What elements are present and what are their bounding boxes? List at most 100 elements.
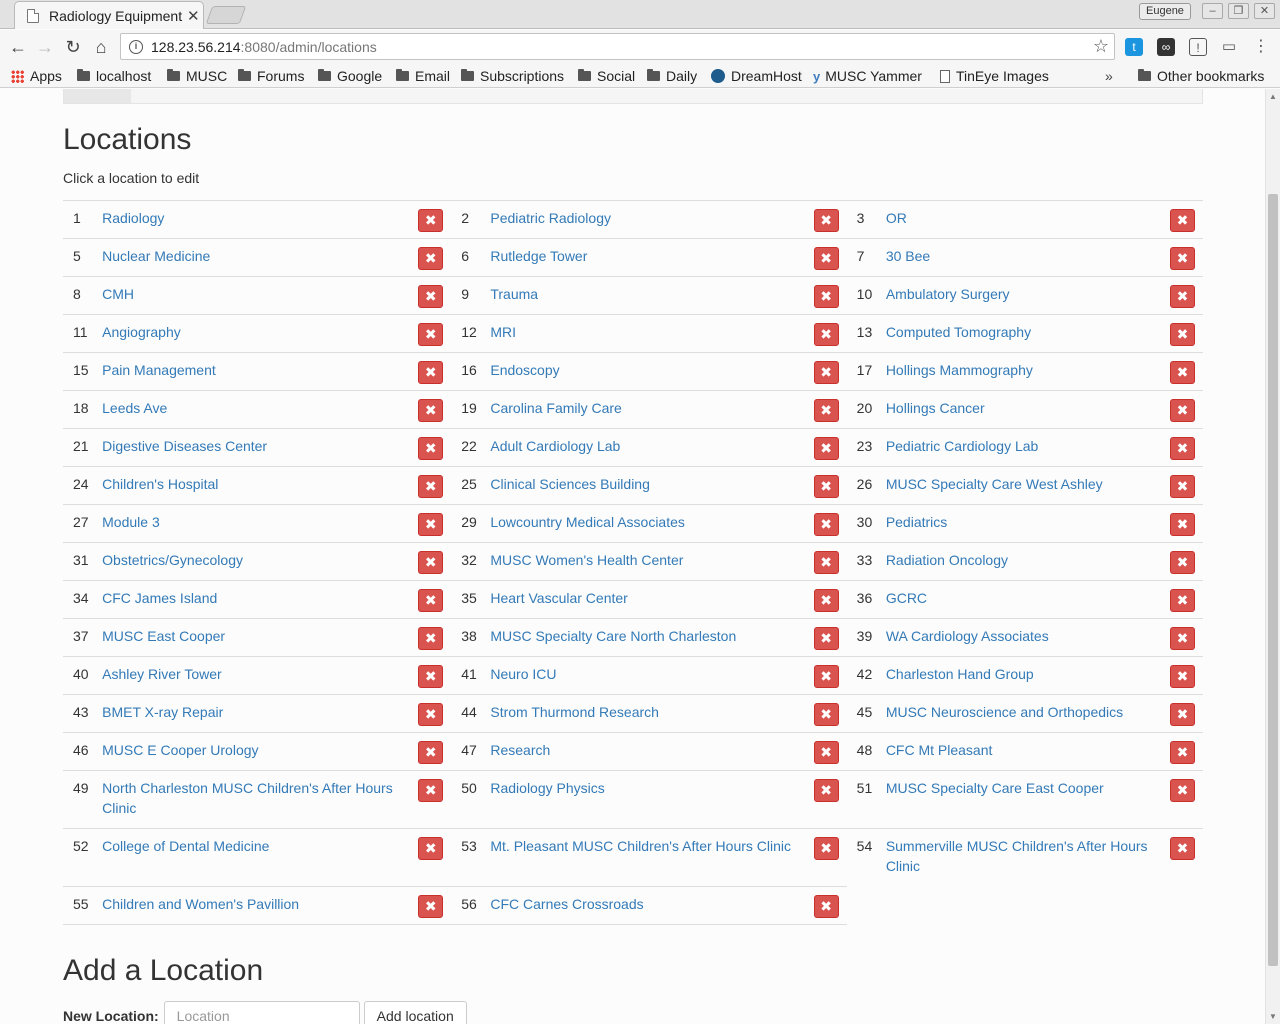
delete-location-button[interactable]: ✖ bbox=[813, 551, 839, 574]
delete-location-button[interactable]: ✖ bbox=[418, 741, 444, 764]
location-link[interactable]: Children's Hospital bbox=[102, 476, 218, 492]
location-link[interactable]: Clinical Sciences Building bbox=[490, 476, 650, 492]
bookmark-social[interactable]: Social bbox=[578, 66, 635, 86]
location-link[interactable]: Carolina Family Care bbox=[490, 400, 621, 416]
delete-location-button[interactable]: ✖ bbox=[813, 741, 839, 764]
location-link[interactable]: Hollings Mammography bbox=[886, 362, 1033, 378]
location-link[interactable]: College of Dental Medicine bbox=[102, 838, 269, 854]
new-location-input[interactable] bbox=[163, 1001, 360, 1024]
location-link[interactable]: 30 Bee bbox=[886, 248, 930, 264]
bookmarks-overflow-icon[interactable]: » bbox=[1105, 66, 1113, 86]
add-location-button[interactable]: Add location bbox=[363, 1001, 467, 1024]
delete-location-button[interactable]: ✖ bbox=[418, 589, 444, 612]
close-tab-icon[interactable]: ✕ bbox=[187, 7, 200, 25]
location-link[interactable]: Radiology Physics bbox=[490, 780, 604, 796]
delete-location-button[interactable]: ✖ bbox=[813, 475, 839, 498]
delete-location-button[interactable]: ✖ bbox=[813, 627, 839, 650]
location-link[interactable]: MUSC E Cooper Urology bbox=[102, 742, 258, 758]
location-link[interactable]: WA Cardiology Associates bbox=[886, 628, 1049, 644]
location-link[interactable]: Pain Management bbox=[102, 362, 216, 378]
delete-location-button[interactable]: ✖ bbox=[1170, 627, 1195, 650]
delete-location-button[interactable]: ✖ bbox=[813, 837, 839, 860]
delete-location-button[interactable]: ✖ bbox=[418, 513, 444, 536]
location-link[interactable]: Rutledge Tower bbox=[490, 248, 587, 264]
location-link[interactable]: Summerville MUSC Children's After Hours … bbox=[886, 838, 1148, 874]
delete-location-button[interactable]: ✖ bbox=[813, 323, 839, 346]
location-link[interactable]: MUSC Specialty Care East Cooper bbox=[886, 780, 1104, 796]
delete-location-button[interactable]: ✖ bbox=[813, 437, 839, 460]
menu-icon[interactable]: ⋮ bbox=[1252, 38, 1270, 56]
delete-location-button[interactable]: ✖ bbox=[418, 209, 444, 232]
delete-location-button[interactable]: ✖ bbox=[418, 247, 444, 270]
bookmark-email[interactable]: Email bbox=[396, 66, 450, 86]
close-window-icon[interactable]: ✕ bbox=[1254, 3, 1275, 19]
delete-location-button[interactable]: ✖ bbox=[813, 285, 839, 308]
location-link[interactable]: MUSC Women's Health Center bbox=[490, 552, 683, 568]
delete-location-button[interactable]: ✖ bbox=[1170, 475, 1195, 498]
delete-location-button[interactable]: ✖ bbox=[1170, 437, 1195, 460]
location-link[interactable]: MUSC Specialty Care North Charleston bbox=[490, 628, 736, 644]
location-link[interactable]: Research bbox=[490, 742, 550, 758]
location-link[interactable]: Hollings Cancer bbox=[886, 400, 985, 416]
location-link[interactable]: Digestive Diseases Center bbox=[102, 438, 267, 454]
maximize-icon[interactable]: ❐ bbox=[1228, 3, 1249, 19]
delete-location-button[interactable]: ✖ bbox=[1170, 779, 1195, 802]
location-link[interactable]: North Charleston MUSC Children's After H… bbox=[102, 780, 393, 816]
location-link[interactable]: Obstetrics/Gynecology bbox=[102, 552, 243, 568]
home-icon[interactable]: ⌂ bbox=[90, 36, 112, 58]
delete-location-button[interactable]: ✖ bbox=[418, 323, 444, 346]
location-link[interactable]: Adult Cardiology Lab bbox=[490, 438, 620, 454]
delete-location-button[interactable]: ✖ bbox=[813, 779, 839, 802]
delete-location-button[interactable]: ✖ bbox=[813, 703, 839, 726]
location-link[interactable]: Ambulatory Surgery bbox=[886, 286, 1010, 302]
delete-location-button[interactable]: ✖ bbox=[418, 437, 444, 460]
location-link[interactable]: Heart Vascular Center bbox=[490, 590, 627, 606]
location-link[interactable]: BMET X-ray Repair bbox=[102, 704, 223, 720]
bookmark-star-icon[interactable]: ☆ bbox=[1093, 36, 1109, 57]
delete-location-button[interactable]: ✖ bbox=[418, 627, 444, 650]
location-link[interactable]: Neuro ICU bbox=[490, 666, 556, 682]
location-link[interactable]: Strom Thurmond Research bbox=[490, 704, 659, 720]
location-link[interactable]: CMH bbox=[102, 286, 134, 302]
delete-location-button[interactable]: ✖ bbox=[418, 361, 444, 384]
delete-location-button[interactable]: ✖ bbox=[1170, 209, 1195, 232]
delete-location-button[interactable]: ✖ bbox=[418, 285, 444, 308]
bookmark-musc-yammer[interactable]: y MUSC Yammer bbox=[813, 66, 922, 86]
location-link[interactable]: Endoscopy bbox=[490, 362, 559, 378]
location-link[interactable]: MUSC Neuroscience and Orthopedics bbox=[886, 704, 1123, 720]
location-link[interactable]: Children and Women's Pavillion bbox=[102, 896, 299, 912]
delete-location-button[interactable]: ✖ bbox=[813, 247, 839, 270]
scrollbar-thumb[interactable] bbox=[1268, 194, 1278, 966]
browser-tab[interactable]: Radiology Equipment ✕ bbox=[14, 1, 204, 29]
scroll-up-icon[interactable]: ▲ bbox=[1269, 92, 1277, 101]
delete-location-button[interactable]: ✖ bbox=[418, 837, 444, 860]
delete-location-button[interactable]: ✖ bbox=[1170, 513, 1195, 536]
location-link[interactable]: CFC James Island bbox=[102, 590, 217, 606]
location-link[interactable]: CFC Mt Pleasant bbox=[886, 742, 993, 758]
location-link[interactable]: Pediatric Radiology bbox=[490, 210, 611, 226]
delete-location-button[interactable]: ✖ bbox=[418, 399, 444, 422]
delete-location-button[interactable]: ✖ bbox=[813, 589, 839, 612]
delete-location-button[interactable]: ✖ bbox=[418, 475, 444, 498]
bookmark-forums[interactable]: Forums bbox=[238, 66, 304, 86]
delete-location-button[interactable]: ✖ bbox=[418, 779, 444, 802]
location-link[interactable]: Radiology bbox=[102, 210, 164, 226]
location-link[interactable]: Charleston Hand Group bbox=[886, 666, 1034, 682]
delete-location-button[interactable]: ✖ bbox=[1170, 285, 1195, 308]
bookmark-apps[interactable]: Apps bbox=[11, 66, 62, 86]
address-bar[interactable]: i 128.23.56.214:8080/admin/locations ☆ bbox=[120, 33, 1115, 60]
bookmark-daily[interactable]: Daily bbox=[647, 66, 697, 86]
delete-location-button[interactable]: ✖ bbox=[1170, 703, 1195, 726]
bookmark-subscriptions[interactable]: Subscriptions bbox=[461, 66, 564, 86]
bookmark-dreamhost[interactable]: DreamHost bbox=[711, 66, 802, 86]
location-link[interactable]: Nuclear Medicine bbox=[102, 248, 210, 264]
new-tab-button[interactable] bbox=[205, 6, 247, 24]
forward-icon[interactable]: → bbox=[34, 36, 56, 58]
delete-location-button[interactable]: ✖ bbox=[418, 894, 444, 918]
delete-location-button[interactable]: ✖ bbox=[1170, 837, 1195, 860]
location-link[interactable]: Radiation Oncology bbox=[886, 552, 1008, 568]
location-link[interactable]: CFC Carnes Crossroads bbox=[490, 896, 643, 912]
bookmark-other[interactable]: Other bookmarks bbox=[1138, 66, 1264, 86]
back-icon[interactable]: ← bbox=[7, 36, 29, 58]
location-link[interactable]: Pediatrics bbox=[886, 514, 947, 530]
